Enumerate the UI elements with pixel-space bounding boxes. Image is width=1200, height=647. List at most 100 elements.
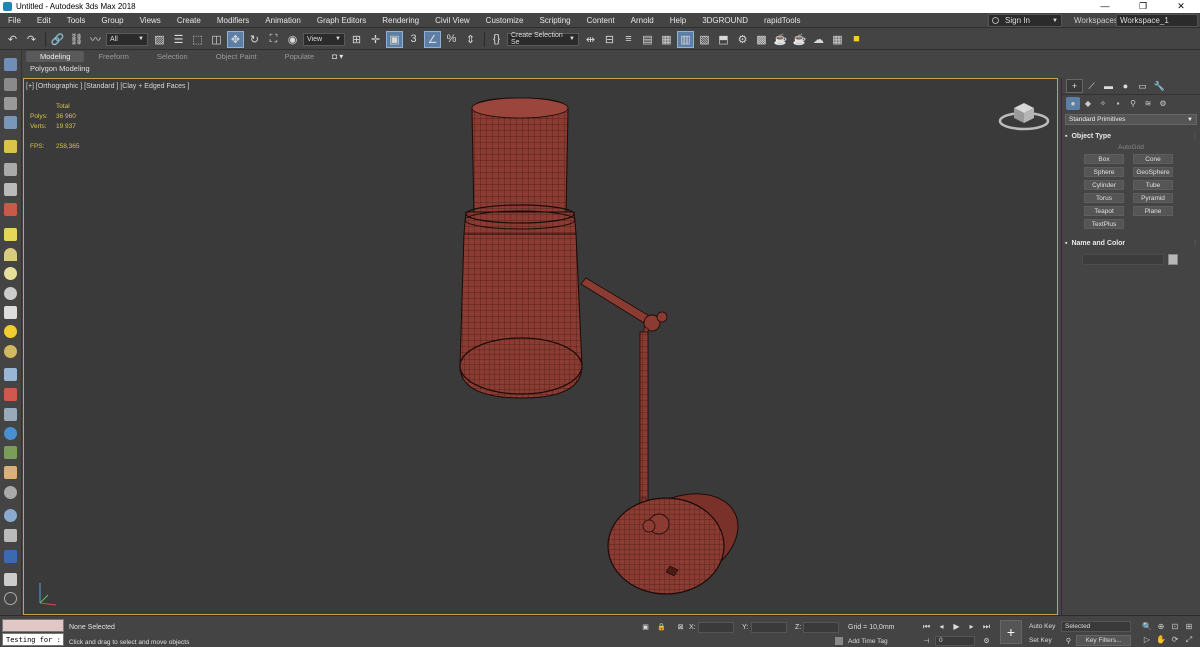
- z-coordinate-input[interactable]: [803, 622, 839, 633]
- tab-modeling[interactable]: Modeling: [26, 50, 85, 62]
- dome-icon[interactable]: [4, 248, 17, 261]
- schematic-view-icon[interactable]: ▧: [696, 31, 713, 48]
- orbit-icon[interactable]: ⟳: [1168, 634, 1182, 645]
- menu-tools[interactable]: Tools: [59, 16, 94, 25]
- list-icon[interactable]: [4, 97, 17, 110]
- play-icon[interactable]: ▶: [949, 622, 964, 632]
- cylinder-button[interactable]: Cylinder: [1084, 180, 1124, 190]
- snaps-toggle-icon[interactable]: 3: [405, 31, 422, 48]
- plant-icon[interactable]: [4, 446, 17, 459]
- shell-icon[interactable]: [4, 486, 17, 499]
- material-ball-icon[interactable]: [4, 345, 17, 358]
- menu-file[interactable]: File: [0, 16, 29, 25]
- name-and-color-rollout[interactable]: ▪ Name and Color ⋮: [1065, 238, 1198, 249]
- person-icon[interactable]: [4, 408, 17, 421]
- curve-editor-icon[interactable]: ▥: [677, 30, 694, 48]
- x-coordinate-input[interactable]: [698, 622, 734, 633]
- menu-graph-editors[interactable]: Graph Editors: [309, 16, 374, 25]
- motion-icon[interactable]: [4, 183, 17, 196]
- light-icon[interactable]: [4, 140, 17, 153]
- paint-icon[interactable]: [4, 388, 17, 401]
- help-icon[interactable]: [4, 592, 17, 605]
- maxscript-listener-output[interactable]: [2, 619, 64, 632]
- align-icon[interactable]: ⊟: [601, 31, 618, 48]
- box-button[interactable]: Box: [1084, 154, 1124, 164]
- ribbon-options-icon[interactable]: ◘ ▾: [332, 52, 343, 61]
- set-key-label[interactable]: Set Key: [1029, 637, 1052, 644]
- menu-3dground[interactable]: 3DGROUND: [694, 16, 756, 25]
- layer-explorer-icon[interactable]: ▤: [639, 31, 656, 48]
- selection-lock-icon[interactable]: 🔒: [657, 623, 666, 632]
- zoom-extents-icon[interactable]: ⊡: [1168, 621, 1182, 632]
- undo-icon[interactable]: ↶: [4, 31, 21, 48]
- grid-icon[interactable]: [4, 116, 17, 129]
- helpers-icon[interactable]: ⚲: [1126, 97, 1140, 110]
- menu-help[interactable]: Help: [662, 16, 694, 25]
- utilities-tab-icon[interactable]: 🔧: [1151, 79, 1168, 93]
- create-tab-icon[interactable]: +: [1066, 79, 1083, 93]
- toggle-ribbon-icon[interactable]: ▦: [658, 31, 675, 48]
- bind-space-warp-icon[interactable]: 〰: [87, 31, 104, 48]
- globe-icon[interactable]: [4, 427, 17, 440]
- display-icon[interactable]: [4, 203, 17, 216]
- edit-named-selection-icon[interactable]: {}: [488, 31, 505, 48]
- spinner-snap-icon[interactable]: ⇕: [462, 31, 479, 48]
- sun-icon[interactable]: [4, 325, 17, 338]
- hierarchy-icon[interactable]: [4, 163, 17, 176]
- selection-filter-dropdown[interactable]: All ▼: [106, 32, 148, 46]
- window-crossing-icon[interactable]: ◫: [208, 31, 225, 48]
- pyramid-button[interactable]: Pyramid: [1133, 193, 1173, 203]
- manipulate-icon[interactable]: ✛: [367, 31, 384, 48]
- object-name-input[interactable]: [1082, 254, 1164, 265]
- viewcube-icon[interactable]: [997, 96, 1051, 134]
- teapot-button[interactable]: Teapot: [1084, 206, 1124, 216]
- layers-icon[interactable]: [4, 573, 17, 586]
- textplus-button[interactable]: TextPlus: [1084, 219, 1124, 229]
- key-mode-icon[interactable]: ⊣: [922, 637, 931, 646]
- maximize-viewport-icon[interactable]: ⤢: [1182, 634, 1196, 645]
- angle-snap-icon[interactable]: ∠: [424, 30, 441, 48]
- menu-civil-view[interactable]: Civil View: [427, 16, 478, 25]
- stairs-icon[interactable]: [4, 368, 17, 381]
- menu-scripting[interactable]: Scripting: [531, 16, 578, 25]
- minimize-button[interactable]: —: [1086, 0, 1124, 13]
- render-icon[interactable]: [4, 550, 17, 563]
- current-frame-input[interactable]: 0: [935, 636, 975, 646]
- geosphere-button[interactable]: GeoSphere: [1133, 167, 1173, 177]
- place-icon[interactable]: ◉: [284, 31, 301, 48]
- close-button[interactable]: ✕: [1162, 0, 1200, 13]
- next-frame-icon[interactable]: ▸: [964, 622, 979, 632]
- rendered-frame-window-icon[interactable]: ▩: [753, 31, 770, 48]
- menu-modifiers[interactable]: Modifiers: [209, 16, 257, 25]
- pan-icon[interactable]: ✋: [1154, 634, 1168, 645]
- sign-in-dropdown[interactable]: Sign In ▼: [988, 14, 1062, 27]
- torus-icon[interactable]: [4, 287, 17, 300]
- material-editor-icon[interactable]: ⬒: [715, 31, 732, 48]
- y-coordinate-input[interactable]: [751, 622, 787, 633]
- maxscript-listener-input[interactable]: Testing for :: [2, 633, 64, 646]
- tab-freeform[interactable]: Freeform: [84, 51, 142, 62]
- torus-button[interactable]: Torus: [1084, 193, 1124, 203]
- previous-frame-icon[interactable]: ◂: [934, 622, 949, 632]
- menu-content[interactable]: Content: [579, 16, 623, 25]
- yellow-script-icon[interactable]: ■: [848, 31, 865, 48]
- lights-icon[interactable]: ✧: [1096, 97, 1110, 110]
- display-tab-icon[interactable]: ▭: [1134, 79, 1151, 93]
- add-time-tag[interactable]: Add Time Tag: [835, 637, 888, 645]
- document-icon[interactable]: [4, 529, 17, 542]
- reference-coordinate-dropdown[interactable]: View ▼: [303, 32, 345, 46]
- key-selection-dropdown[interactable]: Selected: [1061, 621, 1131, 632]
- blue-sphere-icon[interactable]: [4, 509, 17, 522]
- tab-object-paint[interactable]: Object Paint: [202, 51, 271, 62]
- modify-tab-icon[interactable]: ⟋: [1083, 79, 1100, 93]
- cone-icon[interactable]: [4, 306, 17, 319]
- menu-rapidtools[interactable]: rapidTools: [756, 16, 808, 25]
- field-of-view-icon[interactable]: ▷: [1140, 634, 1154, 645]
- menu-customize[interactable]: Customize: [478, 16, 532, 25]
- polygon-modeling-label[interactable]: Polygon Modeling: [30, 62, 90, 75]
- object-type-rollout[interactable]: ▪ Object Type ⋮: [1065, 131, 1198, 142]
- menu-group[interactable]: Group: [93, 16, 131, 25]
- tab-selection[interactable]: Selection: [143, 51, 202, 62]
- toggle-scene-explorer-icon[interactable]: ≡: [620, 31, 637, 48]
- primitive-category-dropdown[interactable]: Standard Primitives ▼: [1065, 114, 1197, 125]
